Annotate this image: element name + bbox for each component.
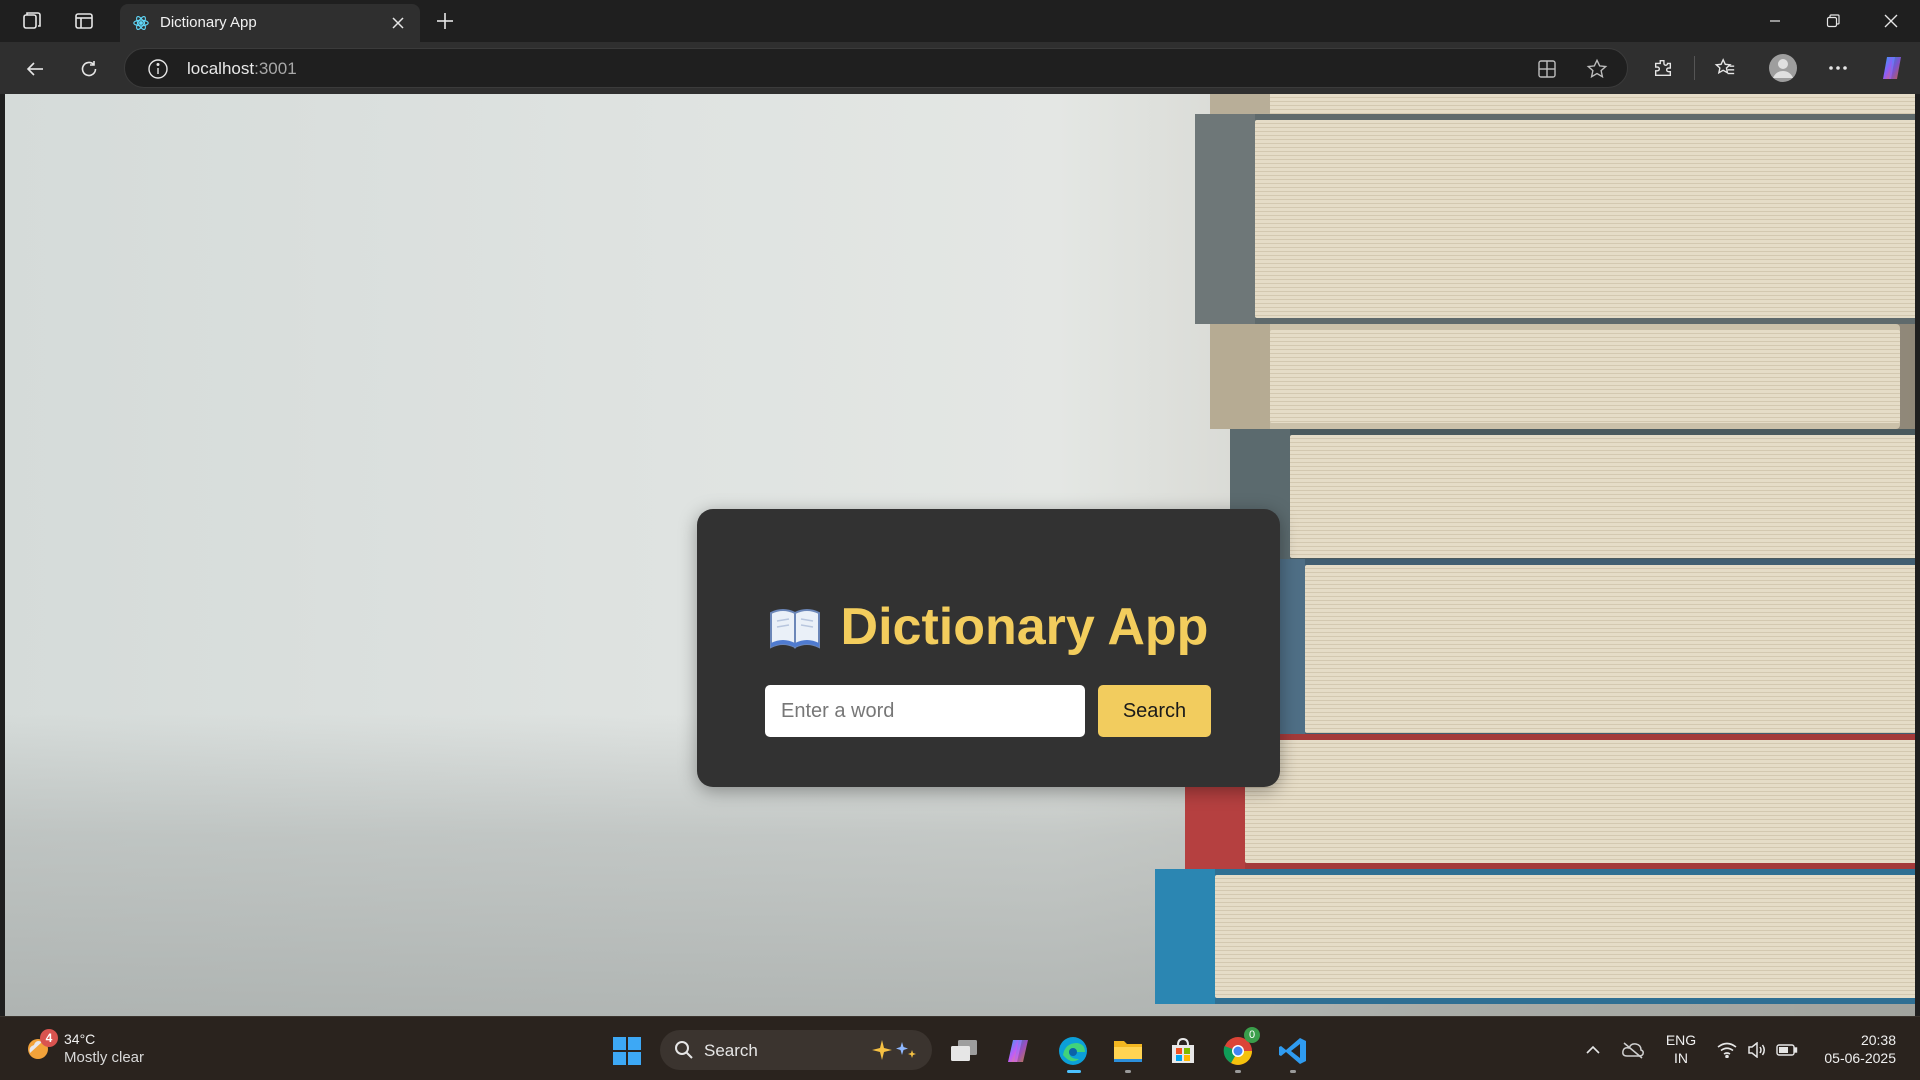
book-4 [1230, 429, 1915, 564]
weather-description: Mostly clear [64, 1049, 145, 1066]
taskbar-search-label: Search [704, 1041, 758, 1060]
site-info-icon[interactable] [147, 58, 169, 80]
tab-dictionary-app[interactable]: Dictionary App [120, 4, 420, 42]
url-host: localhost [187, 59, 255, 78]
new-tab-icon[interactable] [432, 8, 458, 34]
active-app-indicator [1067, 1070, 1081, 1073]
open-app-indicator [1290, 1070, 1296, 1073]
favorites-icon[interactable] [1709, 52, 1741, 84]
book-5 [1245, 559, 1915, 739]
back-icon[interactable] [20, 54, 50, 84]
profile-avatar-icon[interactable] [1767, 52, 1799, 84]
chrome-badge: 0 [1244, 1027, 1260, 1043]
volume-icon[interactable] [1742, 1037, 1772, 1063]
close-window-icon[interactable] [1868, 8, 1914, 34]
minimize-icon[interactable] [1752, 8, 1798, 34]
clock-date: 05-06-2025 [1824, 1050, 1896, 1066]
show-hidden-icons-chevron-icon[interactable] [1578, 1037, 1608, 1063]
url-text[interactable]: localhost:3001 [187, 59, 297, 79]
region-code: IN [1674, 1050, 1688, 1066]
copilot-icon[interactable] [1876, 52, 1908, 84]
workspaces-icon[interactable] [18, 9, 46, 33]
clock-time: 20:38 [1860, 1032, 1896, 1048]
file-explorer-icon[interactable] [1108, 1031, 1148, 1073]
page-viewport: Dictionary App Search [5, 94, 1915, 1016]
copilot-app-icon[interactable] [998, 1031, 1038, 1071]
search-icon [675, 1041, 693, 1059]
address-bar[interactable]: localhost:3001 [124, 48, 1628, 88]
tab-title: Dictionary App [160, 14, 257, 31]
edge-browser-icon[interactable] [1053, 1031, 1093, 1073]
language-indicator[interactable]: ENG IN [1664, 1031, 1698, 1067]
app-available-icon[interactable] [1535, 57, 1559, 81]
vscode-icon[interactable] [1273, 1031, 1313, 1073]
restore-icon[interactable] [1810, 8, 1856, 34]
browser-toolbar: localhost:3001 [0, 42, 1920, 94]
open-app-indicator [1125, 1070, 1131, 1073]
start-windows-icon[interactable] [607, 1031, 647, 1071]
system-clock[interactable]: 20:38 05-06-2025 [1812, 1031, 1896, 1067]
windows-taskbar: 4 34°C Mostly clear Search 0 ENG IN 20:3… [0, 1016, 1920, 1080]
more-options-icon[interactable] [1822, 52, 1854, 84]
weather-temperature: 34°C [64, 1031, 96, 1047]
close-tab-icon[interactable] [388, 13, 408, 33]
open-book-icon [769, 609, 820, 649]
browser-tab-strip: Dictionary App [0, 0, 1920, 42]
chrome-icon[interactable]: 0 [1218, 1027, 1260, 1073]
wifi-icon[interactable] [1712, 1037, 1742, 1063]
taskbar-search-box[interactable]: Search [660, 1030, 932, 1070]
extensions-icon[interactable] [1647, 52, 1679, 84]
book-2 [1195, 114, 1915, 324]
sparkle-icon [872, 1040, 916, 1060]
open-app-indicator [1235, 1070, 1241, 1073]
word-search-input[interactable] [765, 685, 1085, 737]
favorite-star-icon[interactable] [1585, 57, 1609, 81]
battery-icon[interactable] [1772, 1037, 1802, 1063]
app-title: Dictionary App [840, 598, 1209, 656]
language-code: ENG [1665, 1032, 1697, 1048]
title-row: Dictionary App [697, 597, 1280, 657]
refresh-icon[interactable] [74, 54, 104, 84]
weather-alert-badge: 4 [40, 1029, 58, 1047]
task-view-icon[interactable] [944, 1031, 984, 1071]
book-3 [1210, 324, 1900, 429]
vertical-tabs-icon[interactable] [70, 9, 98, 33]
toolbar-separator [1694, 56, 1695, 80]
dictionary-card: Dictionary App Search [697, 509, 1280, 787]
microsoft-store-icon[interactable] [1163, 1031, 1203, 1071]
weather-widget[interactable]: 4 34°C Mostly clear [20, 1029, 180, 1069]
book-6 [1185, 734, 1915, 869]
book-7 [1155, 869, 1915, 1004]
search-button[interactable]: Search [1098, 685, 1211, 737]
onedrive-offline-icon[interactable] [1618, 1037, 1648, 1063]
react-icon [133, 16, 149, 30]
url-port: :3001 [254, 59, 297, 78]
